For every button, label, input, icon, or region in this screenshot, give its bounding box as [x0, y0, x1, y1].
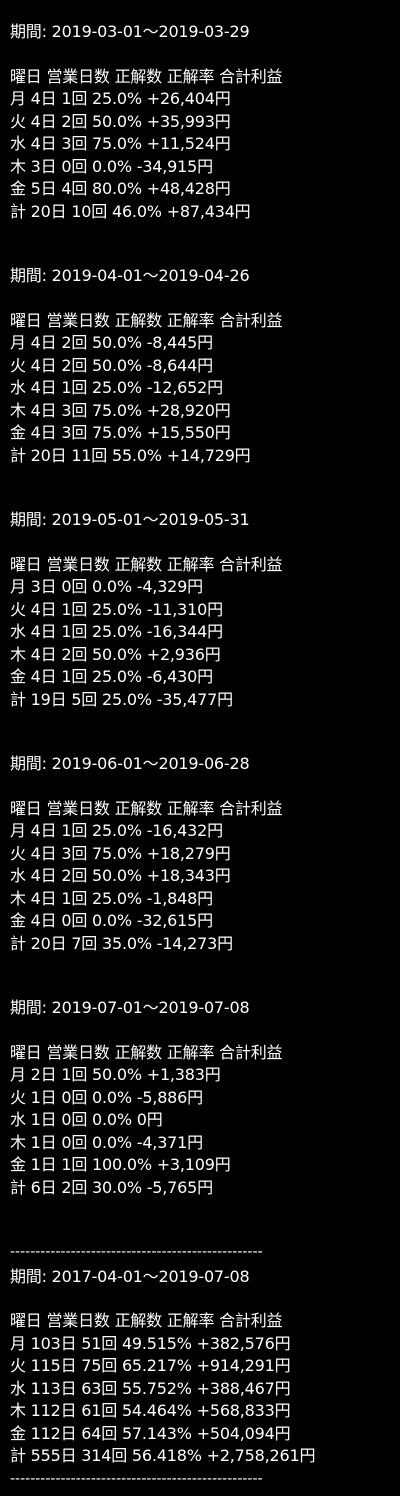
table-row: 木 112日 61回 54.464% +568,833円: [10, 1401, 291, 1420]
table-row: 金 1日 1回 100.0% +3,109円: [10, 1155, 231, 1174]
table-row: 金 4日 3回 75.0% +15,550円: [10, 423, 231, 442]
table-row: 火 1日 0回 0.0% -5,886円: [10, 1087, 203, 1107]
period-section: 期間: 2019-03-01〜2019-03-29 曜日 営業日数 正解数 正解…: [10, 21, 400, 223]
table-header: 曜日 営業日数 正解数 正解率 合計利益: [10, 1042, 283, 1062]
period-label: 期間: 2019-05-01〜2019-05-31: [10, 510, 250, 529]
total-row: 計 555日 314回 56.418% +2,758,261円: [10, 1446, 316, 1465]
table-row: 火 4日 2回 50.0% +35,993円: [10, 111, 231, 131]
total-row: 計 20日 11回 55.0% +14,729円: [10, 445, 251, 465]
table-row: 月 4日 1回 25.0% +26,404円: [10, 89, 231, 108]
table-header: 曜日 営業日数 正解数 正解率 合計利益: [10, 554, 283, 574]
table-row: 水 4日 3回 75.0% +11,524円: [10, 134, 231, 153]
period-label: 期間: 2019-07-01〜2019-07-08: [10, 998, 250, 1017]
table-row: 水 4日 1回 25.0% -16,344円: [10, 622, 223, 641]
table-row: 金 4日 1回 25.0% -6,430円: [10, 667, 213, 686]
table-header: 曜日 営業日数 正解数 正解率 合計利益: [10, 1311, 283, 1330]
table-row: 月 2日 1回 50.0% +1,383円: [10, 1065, 221, 1084]
total-row: 計 20日 7回 35.0% -14,273円: [10, 933, 233, 953]
table-row: 金 4日 0回 0.0% -32,615円: [10, 911, 213, 930]
table-row: 水 1日 0回 0.0% 0円: [10, 1110, 163, 1129]
table-row: 火 4日 3回 75.0% +18,279円: [10, 843, 231, 863]
table-row: 木 4日 1回 25.0% -1,848円: [10, 888, 213, 908]
table-row: 木 3日 0回 0.0% -34,915円: [10, 156, 213, 176]
total-row: 計 20日 10回 46.0% +87,434円: [10, 201, 251, 221]
table-header: 曜日 営業日数 正解数 正解率 合計利益: [10, 66, 283, 86]
table-row: 火 4日 1回 25.0% -11,310円: [10, 599, 223, 619]
table-row: 月 103日 51回 49.515% +382,576円: [10, 1333, 291, 1353]
table-row: 水 113日 63回 55.752% +388,467円: [10, 1378, 291, 1398]
period-section: 期間: 2019-07-01〜2019-07-08 曜日 営業日数 正解数 正解…: [10, 997, 400, 1199]
report-text: 期間: 2019-03-01〜2019-03-29 曜日 営業日数 正解数 正解…: [0, 0, 400, 1490]
table-row: 水 4日 2回 50.0% +18,343円: [10, 866, 231, 885]
period-label: 期間: 2019-03-01〜2019-03-29: [10, 22, 250, 41]
table-header: 曜日 営業日数 正解数 正解率 合計利益: [10, 798, 283, 818]
period-section: 期間: 2019-06-01〜2019-06-28 曜日 営業日数 正解数 正解…: [10, 753, 400, 955]
period-label: 期間: 2017-04-01〜2019-07-08: [10, 1266, 250, 1286]
divider-line: ----------------------------------------…: [10, 1244, 263, 1260]
table-row: 木 4日 2回 50.0% +2,936円: [10, 644, 221, 664]
table-row: 水 4日 1回 25.0% -12,652円: [10, 378, 223, 397]
table-row: 月 3日 0回 0.0% -4,329円: [10, 577, 203, 596]
period-section: 期間: 2019-05-01〜2019-05-31 曜日 営業日数 正解数 正解…: [10, 509, 400, 711]
period-section: 期間: 2019-04-01〜2019-04-26 曜日 営業日数 正解数 正解…: [10, 265, 400, 467]
table-row: 金 5日 4回 80.0% +48,428円: [10, 179, 231, 198]
table-row: 月 4日 2回 50.0% -8,445円: [10, 333, 213, 352]
table-row: 火 115日 75回 65.217% +914,291円: [10, 1356, 291, 1375]
table-header: 曜日 営業日数 正解数 正解率 合計利益: [10, 310, 283, 330]
total-row: 計 19日 5回 25.0% -35,477円: [10, 689, 233, 709]
table-row: 木 1日 0回 0.0% -4,371円: [10, 1132, 203, 1152]
table-row: 月 4日 1回 25.0% -16,432円: [10, 821, 223, 840]
divider-line: ----------------------------------------…: [10, 1470, 263, 1487]
table-row: 金 112日 64回 57.143% +504,094円: [10, 1423, 291, 1443]
summary-section: 期間: 2017-04-01〜2019-07-08 曜日 営業日数 正解数 正解…: [10, 1266, 400, 1468]
period-label: 期間: 2019-06-01〜2019-06-28: [10, 754, 250, 773]
period-label: 期間: 2019-04-01〜2019-04-26: [10, 266, 250, 285]
total-row: 計 6日 2回 30.0% -5,765円: [10, 1177, 213, 1197]
table-row: 木 4日 3回 75.0% +28,920円: [10, 400, 231, 420]
table-row: 火 4日 2回 50.0% -8,644円: [10, 355, 213, 375]
